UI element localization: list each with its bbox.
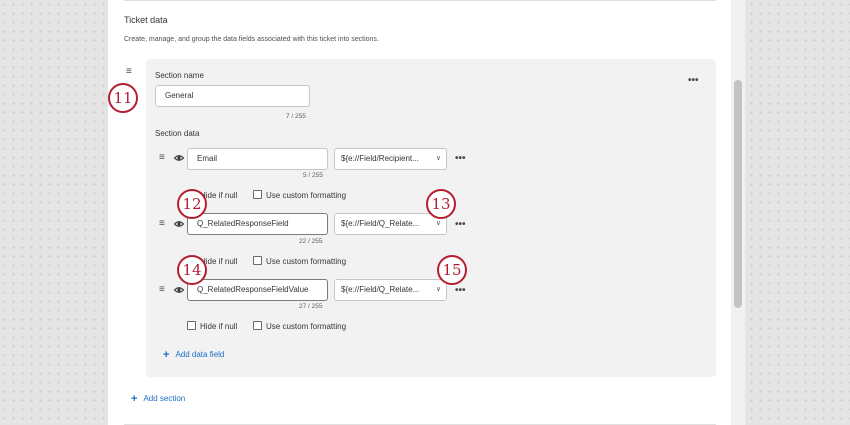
section-name-counter: 7 / 255: [286, 113, 306, 120]
custom-formatting-checkbox[interactable]: [253, 256, 262, 265]
add-section-button[interactable]: + Add section: [131, 393, 185, 405]
add-data-field-label: Add data field: [175, 350, 225, 359]
section-name-input[interactable]: General: [155, 85, 310, 107]
hide-if-null-option[interactable]: Hide if null: [187, 321, 237, 331]
divider-top: [124, 0, 716, 1]
ticket-data-description: Create, manage, and group the data field…: [124, 36, 379, 43]
data-field-mapping-select[interactable]: ${e://Field/Q_Relate... ∨: [334, 279, 447, 301]
data-field-mapping-value: ${e://Field/Recipient...: [341, 154, 419, 163]
add-section-label: Add section: [143, 394, 186, 403]
custom-formatting-checkbox[interactable]: [253, 190, 262, 199]
eye-icon[interactable]: [174, 285, 184, 295]
callout-marker: 14: [177, 255, 207, 285]
hide-if-null-label: Hide if null: [200, 322, 238, 331]
data-field-name-input[interactable]: Q_RelatedResponseFieldValue: [187, 279, 328, 301]
plus-icon: +: [163, 349, 170, 361]
ticket-data-title: Ticket data: [124, 15, 168, 25]
custom-formatting-label: Use custom formatting: [266, 322, 347, 331]
data-field-counter: 27 / 255: [299, 303, 323, 310]
section-data-label: Section data: [155, 129, 200, 138]
section-drag-handle-icon[interactable]: ≡: [126, 67, 132, 77]
data-field-counter: 22 / 255: [299, 238, 323, 245]
add-data-field-button[interactable]: + Add data field: [163, 349, 224, 361]
custom-formatting-label: Use custom formatting: [266, 257, 347, 266]
custom-formatting-label: Use custom formatting: [266, 191, 347, 200]
custom-formatting-option[interactable]: Use custom formatting: [253, 190, 346, 200]
data-field-more-menu-icon[interactable]: •••: [455, 154, 466, 164]
data-field-counter: 5 / 255: [303, 172, 323, 179]
data-field-mapping-select[interactable]: ${e://Field/Q_Relate... ∨: [334, 213, 447, 235]
field-drag-handle-icon[interactable]: ≡: [159, 285, 165, 295]
callout-marker: 15: [437, 255, 467, 285]
data-field-name-input[interactable]: Q_RelatedResponseField: [187, 213, 328, 235]
eye-icon[interactable]: [174, 153, 184, 163]
field-drag-handle-icon[interactable]: ≡: [159, 219, 165, 229]
field-drag-handle-icon[interactable]: ≡: [159, 153, 165, 163]
section-more-menu-icon[interactable]: •••: [688, 76, 699, 86]
custom-formatting-checkbox[interactable]: [253, 321, 262, 330]
scrollbar-thumb[interactable]: [734, 80, 742, 308]
data-field-more-menu-icon[interactable]: •••: [455, 286, 466, 296]
callout-marker: 11: [108, 83, 138, 113]
chevron-down-icon: ∨: [435, 286, 441, 293]
data-field-mapping-value: ${e://Field/Q_Relate...: [341, 219, 420, 228]
data-field-mapping-value: ${e://Field/Q_Relate...: [341, 285, 420, 294]
custom-formatting-option[interactable]: Use custom formatting: [253, 256, 346, 266]
hide-if-null-checkbox[interactable]: [187, 321, 196, 330]
custom-formatting-option[interactable]: Use custom formatting: [253, 321, 346, 331]
data-field-mapping-select[interactable]: ${e://Field/Recipient... ∨: [334, 148, 447, 170]
callout-marker: 13: [426, 189, 456, 219]
chevron-down-icon: ∨: [435, 155, 441, 162]
data-field-more-menu-icon[interactable]: •••: [455, 220, 466, 230]
callout-marker: 12: [177, 189, 207, 219]
eye-icon[interactable]: [174, 219, 184, 229]
plus-icon: +: [131, 393, 138, 405]
section-name-label: Section name: [155, 71, 204, 80]
data-field-name-input[interactable]: Email: [187, 148, 328, 170]
